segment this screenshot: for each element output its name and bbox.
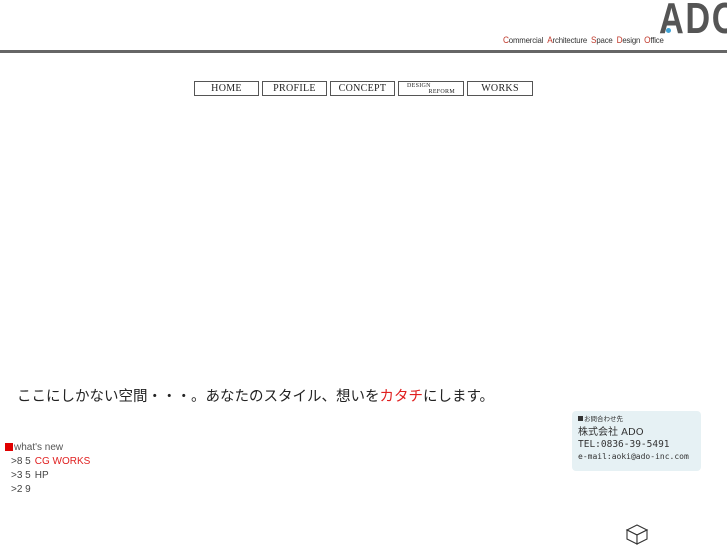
catchphrase-accent: カタチ — [379, 389, 424, 405]
nav-concept-button[interactable]: CONCEPT — [330, 81, 395, 96]
news-link-cg-works[interactable]: CG WORKS — [35, 456, 91, 467]
contact-tel: TEL:0836-39-5491 — [578, 439, 670, 450]
site-header: Commercial Architecture Space Design Off… — [0, 0, 727, 54]
tagline-word: rchitecture — [552, 35, 588, 45]
tagline-word: ommercial — [508, 35, 544, 45]
site-tagline: Commercial Architecture Space Design Off… — [503, 35, 664, 45]
news-date: >8 5 — [11, 456, 31, 467]
nav-reform-label: REFORM — [428, 89, 455, 95]
whats-new-title: what's new — [14, 442, 64, 453]
red-square-icon — [5, 443, 13, 451]
news-item: >2 9 — [5, 483, 90, 497]
news-date: >3 5 — [11, 470, 31, 481]
tagline-word: esign — [622, 35, 641, 45]
news-item: >8 5 CG WORKS — [5, 455, 90, 469]
cube-icon[interactable] — [625, 524, 649, 545]
contact-label: お問合わせ先 — [578, 415, 695, 424]
contact-email-link[interactable]: e-mail:aoki@ado-inc.com — [578, 451, 695, 462]
header-divider — [0, 50, 727, 53]
whats-new: what's new >8 5 CG WORKS >3 5 HP >2 9 — [5, 441, 90, 497]
news-title: HP — [34, 470, 49, 481]
news-item: >3 5 HP — [5, 469, 90, 483]
nav-works-button[interactable]: WORKS — [467, 81, 533, 96]
contact-company: 株式会社 ADO — [578, 427, 644, 438]
logo-dot-icon — [666, 28, 671, 33]
nav-home-button[interactable]: HOME — [194, 81, 259, 96]
news-date: >2 9 — [11, 484, 31, 495]
catchphrase: ここにしかない空間・・・。あなたのスタイル、想いをカタチにします。 — [17, 385, 494, 406]
contact-label-text: お問合わせ先 — [584, 415, 623, 423]
contact-box: お問合わせ先 株式会社 ADO TEL:0836-39-5491 e-mail:… — [572, 411, 701, 471]
catchphrase-after: にします。 — [423, 389, 495, 405]
whats-new-heading: what's new — [5, 441, 90, 455]
site-logo[interactable]: ADO — [659, 0, 727, 46]
tagline-word: pace — [596, 35, 613, 45]
nav-profile-button[interactable]: PROFILE — [262, 81, 327, 96]
catchphrase-before: ここにしかない空間・・・。あなたのスタイル、想いを — [17, 389, 380, 405]
black-square-icon — [578, 416, 583, 421]
nav-design-reform-button[interactable]: DESIGN REFORM — [398, 81, 464, 96]
logo-text: ADO — [659, 0, 727, 43]
